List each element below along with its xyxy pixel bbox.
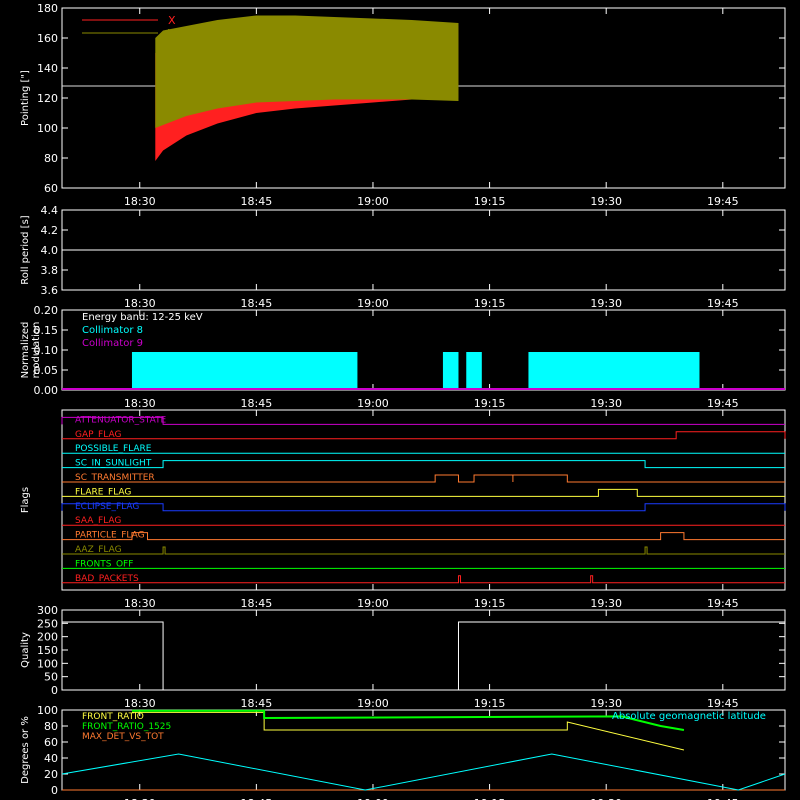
x-tick-label: 19:00	[357, 297, 389, 310]
x-tick-label: 18:45	[241, 397, 273, 410]
x-tick-label: 19:30	[590, 195, 622, 208]
y-tick-label: 160	[37, 32, 58, 45]
collimator-8-segment	[442, 352, 459, 390]
collimator-8-segment	[466, 352, 482, 390]
y-tick-label: 140	[37, 62, 58, 75]
y-tick-label: 120	[37, 92, 58, 105]
x-tick-label: 18:30	[124, 697, 156, 710]
flag-label: PARTICLE_FLAG	[75, 531, 145, 541]
y-tick-label: 100	[37, 657, 58, 670]
x-tick-label: 19:15	[474, 297, 506, 310]
x-tick-label: 19:45	[707, 397, 739, 410]
flag-label: ECLIPSE_FLAG	[75, 502, 139, 512]
flag-label: SC_IN_SUNLIGHT	[75, 459, 152, 469]
y-axis-label: modulation	[31, 322, 42, 379]
y-tick-label: 180	[37, 2, 58, 15]
y-axis-label: Normalized	[20, 322, 31, 379]
x-tick-label: 19:15	[474, 697, 506, 710]
y-tick-label: 100	[37, 704, 58, 717]
legend-label: FRONT_RATIO_1525	[82, 722, 171, 732]
flag-label: POSSIBLE_FLARE	[75, 444, 152, 454]
x-tick-label: 19:00	[357, 597, 389, 610]
flag-label: FRONTS_OFF	[75, 559, 133, 569]
x-tick-label: 19:45	[707, 697, 739, 710]
x-tick-label: 19:30	[590, 397, 622, 410]
x-tick-label: 18:30	[124, 297, 156, 310]
flag-label: AAZ_FLAG	[75, 545, 122, 555]
y-tick-label: 100	[37, 122, 58, 135]
y-axis-label: Roll period [s]	[20, 215, 31, 284]
y-tick-label: 80	[44, 720, 58, 733]
y-tick-label: 0.20	[34, 304, 59, 317]
y-tick-label: 200	[37, 631, 58, 644]
x-tick-label: 19:15	[474, 195, 506, 208]
energy-band-annotation: Energy band: 12-25 keV	[82, 312, 203, 323]
background	[0, 0, 800, 800]
legend-label: Y	[167, 27, 175, 40]
x-tick-label: 18:45	[241, 597, 273, 610]
x-tick-label: 19:30	[590, 297, 622, 310]
legend-label: MAX_DET_VS_TOT	[82, 732, 164, 742]
x-tick-label: 19:15	[474, 597, 506, 610]
x-tick-label: 19:45	[707, 195, 739, 208]
y-tick-label: 4.4	[41, 204, 59, 217]
y-tick-label: 3.6	[41, 284, 59, 297]
flag-label: ATTENUATOR_STATE	[75, 415, 167, 425]
legend-label: Collimator 9	[82, 338, 143, 349]
y-tick-label: 4.0	[41, 244, 59, 257]
legend-label: Absolute geomagnetic latitude	[612, 711, 766, 722]
flag-label: SC_TRANSMITTER	[75, 473, 155, 483]
flag-label: FLARE_FLAG	[75, 487, 131, 497]
y-axis-label: Pointing ["]	[20, 70, 31, 126]
flag-label: SAA_FLAG	[75, 516, 121, 526]
y-tick-label: 40	[44, 752, 58, 765]
y-tick-label: 60	[44, 736, 58, 749]
x-tick-label: 19:30	[590, 697, 622, 710]
flag-label: GAP_FLAG	[75, 430, 121, 440]
y-tick-label: 150	[37, 644, 58, 657]
y-tick-label: 4.2	[41, 224, 59, 237]
x-tick-label: 18:45	[241, 297, 273, 310]
collimator-8-segment	[528, 352, 700, 390]
x-tick-label: 19:15	[474, 397, 506, 410]
x-tick-label: 18:45	[241, 195, 273, 208]
collimator-8-segment	[131, 352, 358, 390]
y-axis-label: Flags	[20, 487, 31, 513]
x-tick-label: 18:30	[124, 195, 156, 208]
hessi-quicklook-chart: 18:30 18:45 19:00 19:15 19:30 19:45 60 80 100 120…	[0, 0, 800, 800]
legend-label: Collimator 8	[82, 325, 143, 336]
y-tick-label: 0	[51, 684, 58, 697]
x-tick-label: 18:30	[124, 397, 156, 410]
y-tick-label: 300	[37, 604, 58, 617]
x-tick-label: 19:00	[357, 195, 389, 208]
y-tick-label: 50	[44, 671, 58, 684]
y-axis-label: Degrees or %	[20, 716, 31, 784]
x-tick-label: 19:45	[707, 597, 739, 610]
x-tick-label: 19:00	[357, 397, 389, 410]
x-tick-label: 19:45	[707, 297, 739, 310]
legend-label: X	[168, 14, 176, 27]
flag-label: BAD_PACKETS	[75, 574, 139, 584]
y-tick-label: 0.00	[34, 384, 59, 397]
y-tick-label: 20	[44, 768, 58, 781]
legend-label: FRONT_RATIO	[82, 712, 144, 722]
y-tick-label: 3.8	[41, 264, 59, 277]
x-tick-label: 18:30	[124, 597, 156, 610]
y-axis-label: Quality	[20, 632, 31, 668]
y-tick-label: 0	[51, 784, 58, 797]
y-tick-label: 60	[44, 182, 58, 195]
x-tick-label: 19:30	[590, 597, 622, 610]
x-tick-label: 18:45	[241, 697, 273, 710]
y-tick-label: 80	[44, 152, 58, 165]
x-tick-label: 19:00	[357, 697, 389, 710]
y-tick-label: 250	[37, 617, 58, 630]
